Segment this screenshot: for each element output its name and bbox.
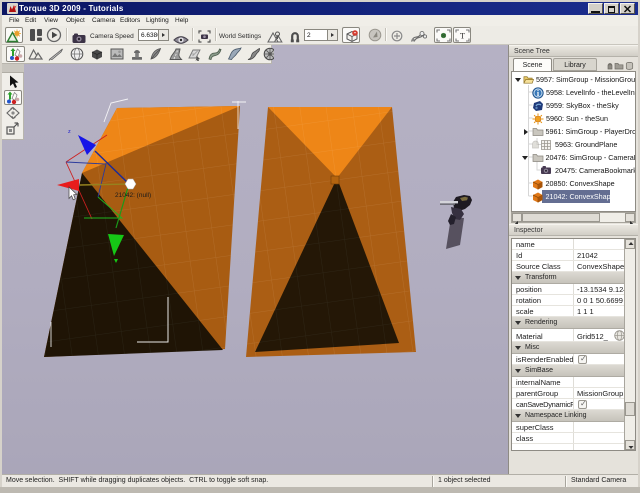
svg-text:z: z (68, 129, 71, 135)
svg-text:21042: (null): 21042: (null) (115, 192, 151, 199)
svg-text:T: T (460, 31, 466, 41)
